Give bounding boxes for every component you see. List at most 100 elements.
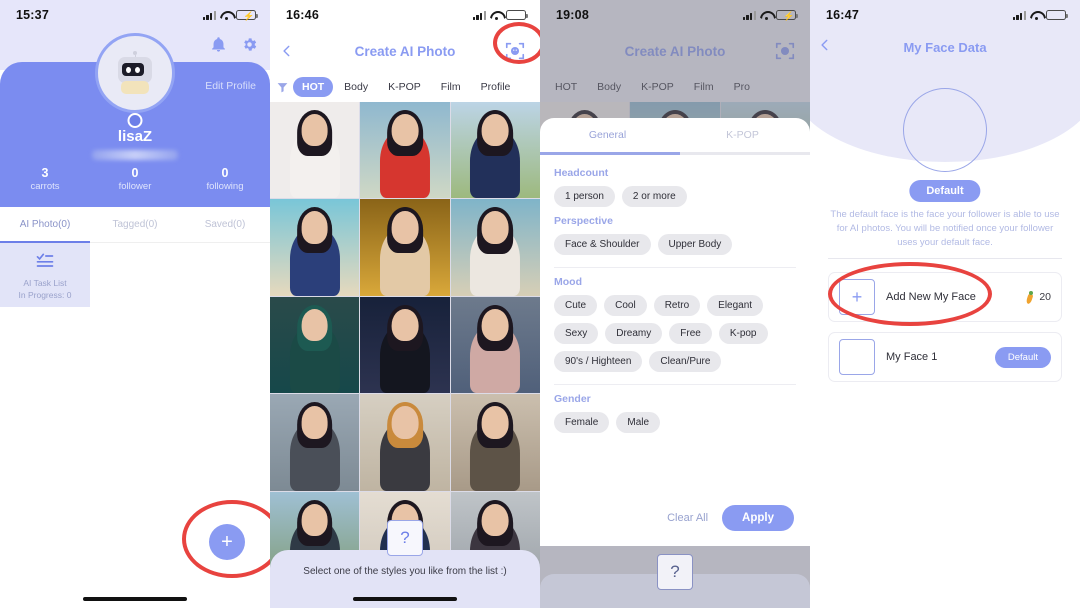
panel-filter-sheet: 19:08 ⚡ Create AI Photo HOT Body K-POP F… bbox=[540, 0, 810, 608]
category-tab-film[interactable]: Film bbox=[432, 77, 470, 97]
filter-chip-face-shoulder[interactable]: Face & Shoulder bbox=[554, 233, 651, 255]
stat-value: 3 bbox=[41, 166, 49, 180]
tab-saved[interactable]: Saved(0) bbox=[180, 207, 270, 242]
cellular-signal-icon bbox=[472, 10, 486, 20]
style-thumbnail[interactable] bbox=[360, 102, 450, 199]
back-icon[interactable] bbox=[280, 44, 294, 58]
style-thumbnail[interactable] bbox=[450, 199, 540, 296]
style-thumbnail[interactable] bbox=[270, 199, 360, 296]
create-fab-button[interactable]: + bbox=[209, 524, 245, 560]
status-time: 19:08 bbox=[556, 8, 589, 22]
avatar[interactable] bbox=[95, 33, 175, 113]
bell-icon[interactable] bbox=[210, 36, 227, 53]
row-label: My Face 1 bbox=[886, 351, 938, 363]
panel-profile: 15:37 ⚡ Edit Profile lisaZ 3 carrots 0 f… bbox=[0, 0, 270, 608]
tab-general[interactable]: General bbox=[540, 118, 675, 152]
wifi-icon bbox=[220, 11, 232, 20]
default-face-avatar[interactable] bbox=[903, 88, 987, 172]
filter-chip-dreamy[interactable]: Dreamy bbox=[605, 322, 663, 344]
ai-task-list-card[interactable]: AI Task List In Progress: 0 bbox=[0, 243, 90, 307]
stat-follower[interactable]: 0 follower bbox=[90, 166, 180, 192]
face-scan-icon[interactable] bbox=[504, 40, 526, 62]
profile-handle-blurred bbox=[92, 150, 178, 160]
placeholder-question-icon: ? bbox=[387, 520, 423, 556]
edit-profile-button[interactable]: Edit Profile bbox=[205, 80, 256, 92]
filter-chip-female[interactable]: Female bbox=[554, 411, 610, 433]
status-bar: 19:08 ⚡ bbox=[540, 0, 810, 30]
battery-icon bbox=[506, 10, 528, 20]
filter-chip-retro[interactable]: Retro bbox=[653, 294, 701, 316]
tab-tagged[interactable]: Tagged(0) bbox=[90, 207, 180, 242]
filter-chip-90s-highteen[interactable]: 90's / Highteen bbox=[554, 350, 643, 372]
group-title-headcount: Headcount bbox=[554, 166, 609, 179]
group-options-gender: Female Male bbox=[554, 411, 796, 433]
style-thumbnail[interactable] bbox=[270, 296, 360, 394]
group-options-headcount: 1 person 2 or more bbox=[554, 185, 796, 207]
default-badge: Default bbox=[909, 180, 981, 202]
status-time: 16:46 bbox=[286, 8, 319, 22]
status-time: 15:37 bbox=[16, 8, 49, 22]
filter-modal-sheet: General K-POP Headcount 1 person 2 or mo… bbox=[540, 118, 810, 546]
add-new-my-face-row[interactable]: + Add New My Face 20 bbox=[828, 272, 1062, 322]
status-icons: ⚡ bbox=[742, 10, 798, 21]
category-tab-hot[interactable]: HOT bbox=[293, 77, 334, 97]
style-thumbnail[interactable] bbox=[360, 394, 450, 491]
filter-chip-upper-body[interactable]: Upper Body bbox=[657, 233, 733, 255]
gear-icon[interactable] bbox=[241, 36, 258, 53]
stat-following[interactable]: 0 following bbox=[180, 166, 270, 192]
robot-avatar-icon bbox=[114, 51, 156, 95]
home-indicator bbox=[83, 597, 187, 601]
filter-chip-2-or-more[interactable]: 2 or more bbox=[621, 185, 687, 207]
style-thumbnail[interactable] bbox=[450, 102, 540, 199]
battery-icon: ⚡ bbox=[776, 10, 798, 21]
filter-chip-sexy[interactable]: Sexy bbox=[554, 322, 599, 344]
category-tab-kpop[interactable]: K-POP bbox=[379, 77, 430, 97]
filter-chip-clean-pure[interactable]: Clean/Pure bbox=[649, 350, 722, 372]
style-thumbnail[interactable] bbox=[270, 102, 360, 199]
filter-chip-free[interactable]: Free bbox=[669, 322, 712, 344]
style-thumbnail[interactable] bbox=[360, 296, 450, 394]
stat-carrots[interactable]: 3 carrots bbox=[0, 166, 90, 192]
filter-chip-1-person[interactable]: 1 person bbox=[554, 185, 615, 207]
filter-chip-kpop[interactable]: K-pop bbox=[718, 322, 768, 344]
home-indicator bbox=[353, 597, 457, 601]
category-tab-body[interactable]: Body bbox=[335, 77, 377, 97]
group-options-perspective: Face & Shoulder Upper Body bbox=[554, 233, 796, 255]
style-thumbnail[interactable] bbox=[450, 296, 540, 394]
style-thumbnail[interactable] bbox=[450, 394, 540, 491]
panel-my-face-data: 16:47 My Face Data Default The default f… bbox=[810, 0, 1080, 608]
default-badge[interactable]: Default bbox=[994, 346, 1051, 368]
group-divider bbox=[554, 266, 796, 268]
filter-chip-elegant[interactable]: Elegant bbox=[707, 294, 764, 316]
panel-create-ai-photo: 16:46 Create AI Photo HOT Body K-POP Fil… bbox=[270, 0, 540, 608]
clear-all-button[interactable]: Clear All bbox=[667, 512, 708, 524]
profile-stats: 3 carrots 0 follower 0 following bbox=[0, 166, 270, 192]
profile-tabs: AI Photo(0) Tagged(0) Saved(0) bbox=[0, 207, 270, 243]
stat-label: carrots bbox=[30, 181, 60, 192]
create-header: Create AI Photo bbox=[270, 30, 540, 72]
status-bar: 16:47 bbox=[810, 0, 1080, 30]
tab-kpop[interactable]: K-POP bbox=[675, 118, 810, 152]
my-face-1-row[interactable]: My Face 1 Default bbox=[828, 332, 1062, 382]
tab-indicator bbox=[540, 152, 810, 155]
checklist-icon bbox=[35, 251, 55, 276]
tab-ai-photo[interactable]: AI Photo(0) bbox=[0, 207, 90, 243]
category-tab-profile[interactable]: Profile bbox=[472, 77, 520, 97]
filter-chip-cool[interactable]: Cool bbox=[604, 294, 647, 316]
battery-icon: ⚡ bbox=[236, 10, 258, 21]
style-thumbnail[interactable] bbox=[360, 199, 450, 296]
screenshot-strip: 15:37 ⚡ Edit Profile lisaZ 3 carrots 0 f… bbox=[0, 0, 1080, 608]
funnel-icon[interactable] bbox=[276, 81, 289, 94]
task-card-subtitle: In Progress: 0 bbox=[18, 289, 72, 300]
style-thumbnail[interactable] bbox=[270, 394, 360, 491]
apply-button[interactable]: Apply bbox=[722, 505, 794, 531]
task-card-title: AI Task List bbox=[23, 277, 67, 288]
status-icons: ⚡ bbox=[202, 10, 258, 21]
filter-chip-cute[interactable]: Cute bbox=[554, 294, 598, 316]
group-divider bbox=[554, 383, 796, 385]
filter-chip-male[interactable]: Male bbox=[616, 411, 661, 433]
section-divider bbox=[828, 258, 1062, 259]
group-options-mood: Cute Cool Retro Elegant Sexy Dreamy Free… bbox=[554, 294, 796, 372]
profile-header-actions bbox=[210, 36, 258, 53]
carrot-cost-value: 20 bbox=[1039, 291, 1051, 303]
